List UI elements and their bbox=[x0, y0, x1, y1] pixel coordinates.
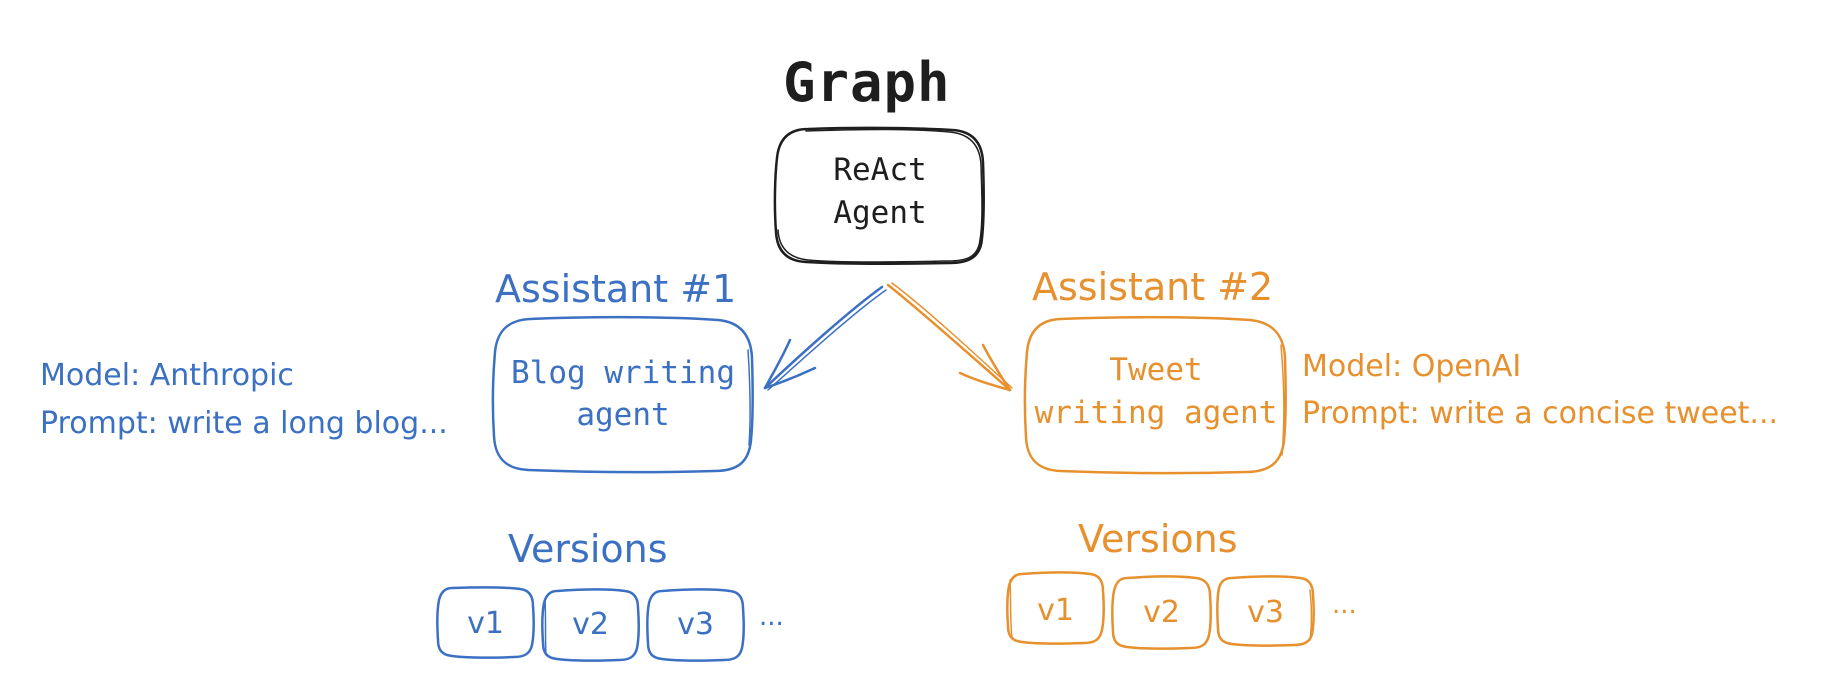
assistant-2-heading: Assistant #2 bbox=[1032, 265, 1274, 309]
assistant-1-version-v2: v2 bbox=[572, 607, 609, 642]
edge-arrow-to-assistant-2 bbox=[886, 282, 1013, 392]
blog-writing-agent-node bbox=[491, 315, 754, 474]
assistant-2-more-versions: ... bbox=[1332, 590, 1357, 620]
assistant-1-heading: Assistant #1 bbox=[495, 267, 737, 311]
assistant-1-more-versions: ... bbox=[759, 602, 784, 632]
edge-arrow-to-assistant-1 bbox=[763, 285, 887, 391]
diagram-canvas: Graph ReAct Agent Assistant #1 Blog writ… bbox=[0, 0, 1824, 692]
assistant-1-version-v1: v1 bbox=[467, 606, 504, 641]
assistant-1-model: Model: Anthropic bbox=[40, 358, 294, 393]
assistant-2-node-label-line1: Tweet bbox=[1109, 352, 1203, 388]
assistant-2-node-label-line2: writing agent bbox=[1034, 395, 1278, 431]
assistant-2-model: Model: OpenAI bbox=[1302, 349, 1522, 384]
react-agent-label-line2: Agent bbox=[833, 195, 927, 231]
assistant-2-version-v3: v3 bbox=[1247, 595, 1284, 630]
diagram-title: Graph bbox=[783, 51, 951, 114]
assistant-1-versions-heading: Versions bbox=[508, 527, 668, 571]
assistant-2-version-v2: v2 bbox=[1143, 595, 1180, 630]
assistant-2-versions-heading: Versions bbox=[1078, 517, 1238, 561]
assistant-1-version-v3: v3 bbox=[677, 607, 714, 642]
react-agent-label-line1: ReAct bbox=[833, 152, 927, 188]
assistant-1-node-label-line1: Blog writing bbox=[511, 355, 735, 391]
assistant-2-version-v1: v1 bbox=[1037, 593, 1074, 628]
assistant-2-prompt: Prompt: write a concise tweet... bbox=[1302, 396, 1779, 431]
assistant-1-prompt: Prompt: write a long blog... bbox=[40, 406, 448, 441]
assistant-1-node-label-line2: agent bbox=[576, 397, 670, 433]
